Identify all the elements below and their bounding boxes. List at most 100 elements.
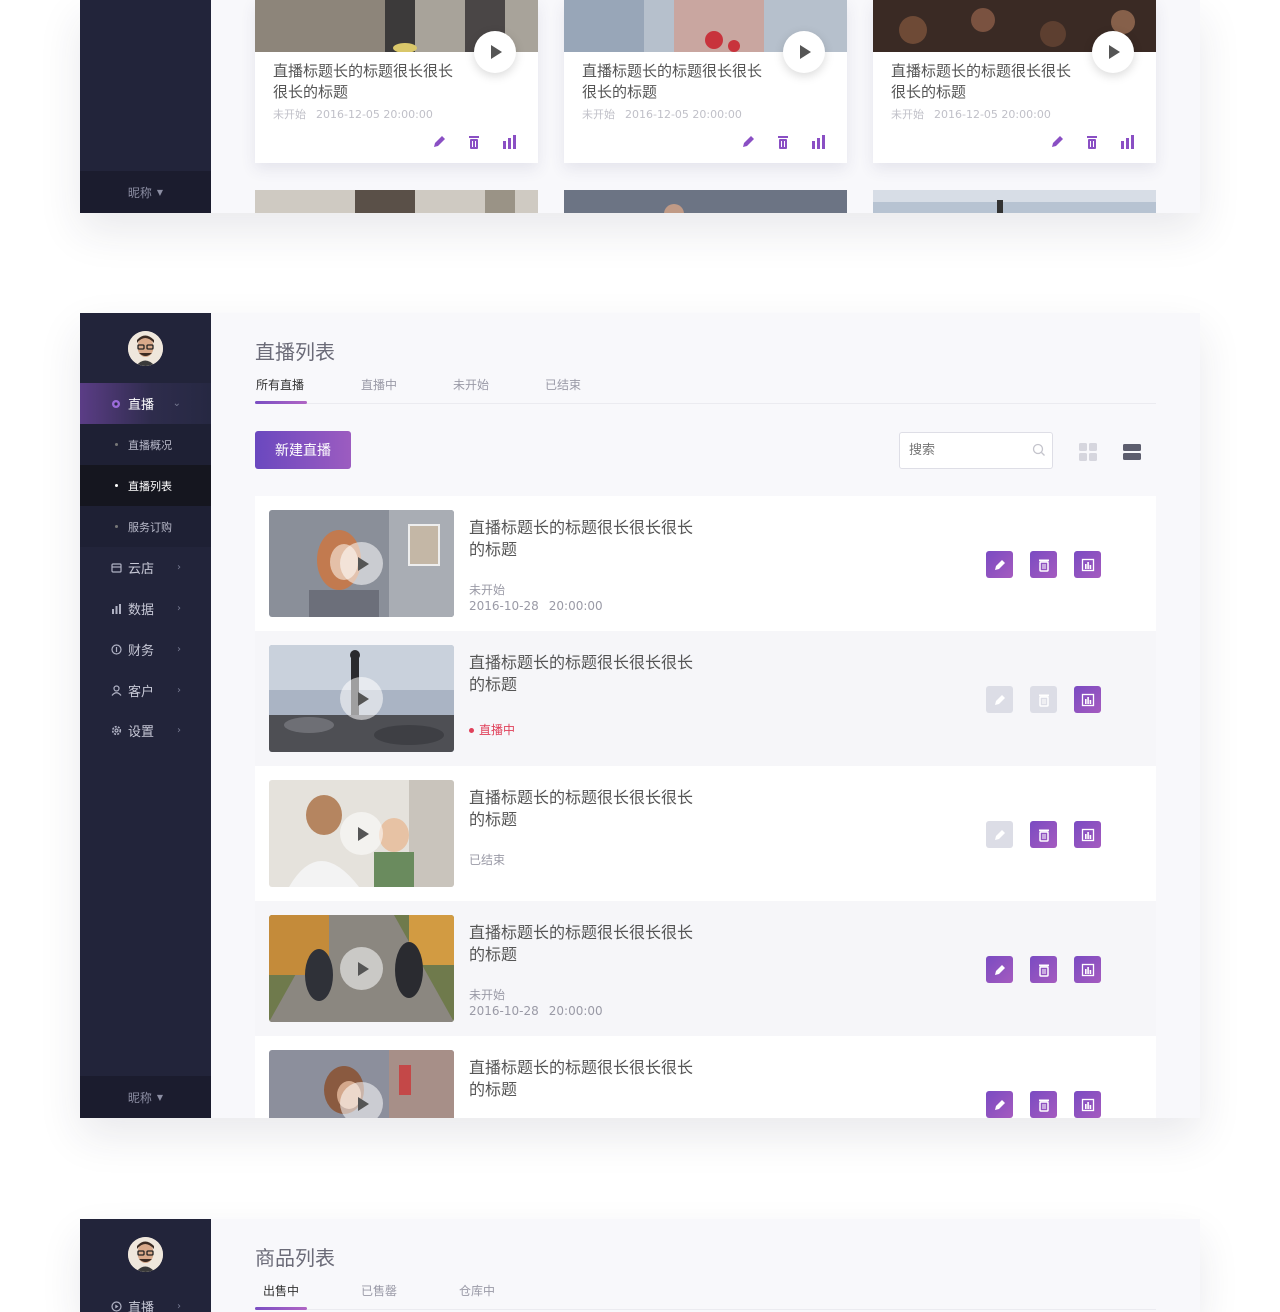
- live-status: 未开始: [582, 108, 615, 121]
- delete-icon[interactable]: [774, 133, 792, 151]
- live-thumbnail[interactable]: [269, 915, 454, 1022]
- avatar[interactable]: [128, 1237, 163, 1272]
- chevron-right-icon: ›: [177, 644, 181, 655]
- sidebar-item-data[interactable]: 数据 ›: [80, 588, 211, 629]
- delete-button[interactable]: [1030, 551, 1057, 578]
- live-date: 2016-10-28: [469, 599, 539, 613]
- list-item[interactable]: 直播标题长的标题很长很长很长的标题 未开始 2016-10-28 20:00:00: [255, 901, 1156, 1036]
- sidebar: 直播 ⌄ 直播概况 直播列表 服务订购 云店 › 数据 › 财务 › 客户 › …: [80, 313, 211, 1118]
- stats-icon: [1081, 1098, 1094, 1111]
- stats-button[interactable]: [1074, 551, 1101, 578]
- play-button[interactable]: [340, 1082, 383, 1118]
- live-card[interactable]: 直播标题长的标题很长很长很长的标题 未开始 2016-12-05 20:00:00: [564, 0, 847, 163]
- play-button[interactable]: [474, 31, 516, 73]
- chevron-right-icon: ›: [177, 1301, 181, 1312]
- finance-icon: [110, 644, 122, 656]
- live-card[interactable]: 直播标题长的标题很长很长很长的标题 未开始 2016-12-05 20:00:00: [255, 0, 538, 163]
- tab-live-now[interactable]: 直播中: [361, 376, 397, 393]
- live-thumbnail[interactable]: [269, 510, 454, 617]
- user-icon: [110, 685, 122, 697]
- live-meta: 未开始 2016-12-05 20:00:00: [273, 106, 433, 122]
- search-input[interactable]: [899, 432, 1053, 469]
- delete-icon[interactable]: [465, 133, 483, 151]
- tab-not-started[interactable]: 未开始: [453, 376, 489, 393]
- nickname-menu[interactable]: 昵称 ▼: [80, 1076, 211, 1118]
- live-status: 已结束: [469, 853, 506, 867]
- sidebar-subitem-label: 直播列表: [128, 479, 172, 493]
- sidebar-item-settings[interactable]: 设置 ›: [80, 710, 211, 751]
- list-item[interactable]: 直播标题长的标题很长很长很长的标题 已结束: [255, 766, 1156, 901]
- live-card-cover: [255, 190, 538, 213]
- sidebar-item-live[interactable]: 直播 ›: [80, 1286, 211, 1312]
- stats-button[interactable]: [1074, 821, 1101, 848]
- live-card[interactable]: 直播标题长的标题很长很长很长的标题 未开始 2016-12-05 20:00:00: [873, 0, 1156, 163]
- delete-button[interactable]: [1030, 956, 1057, 983]
- live-meta: 未开始 2016-12-05 20:00:00: [582, 106, 742, 122]
- edit-button[interactable]: [986, 1091, 1013, 1118]
- play-button[interactable]: [340, 542, 383, 585]
- chart-icon: [110, 603, 122, 615]
- caret-down-icon: ▼: [156, 187, 164, 197]
- live-thumbnail[interactable]: [269, 780, 454, 887]
- play-button[interactable]: [340, 812, 383, 855]
- list-item[interactable]: 直播标题长的标题很长很长很长的标题 未开始 2016-10-28 20:00:00: [255, 496, 1156, 631]
- play-button[interactable]: [340, 677, 383, 720]
- stats-icon: [1081, 828, 1094, 841]
- sidebar-subitem-live-list[interactable]: 直播列表: [80, 465, 211, 506]
- live-list-panel: 直播 ⌄ 直播概况 直播列表 服务订购 云店 › 数据 › 财务 › 客户 › …: [80, 313, 1200, 1118]
- edit-button: [986, 821, 1013, 848]
- sidebar-subitem-overview[interactable]: 直播概况: [80, 424, 211, 465]
- avatar[interactable]: [128, 331, 163, 366]
- stats-icon[interactable]: [809, 133, 827, 151]
- stats-button[interactable]: [1074, 686, 1101, 713]
- live-thumbnail[interactable]: [269, 1050, 454, 1118]
- live-status: 未开始: [469, 988, 506, 1002]
- sidebar-subitem-subscription[interactable]: 服务订购: [80, 506, 211, 547]
- tab-ended[interactable]: 已结束: [545, 376, 581, 393]
- edit-icon: [994, 964, 1005, 975]
- new-live-button[interactable]: 新建直播: [255, 431, 351, 469]
- live-thumbnail[interactable]: [269, 645, 454, 752]
- edit-button[interactable]: [986, 956, 1013, 983]
- tab-all-live[interactable]: 所有直播: [256, 376, 304, 393]
- edit-button[interactable]: [986, 551, 1013, 578]
- delete-button[interactable]: [1030, 821, 1057, 848]
- sidebar-item-store[interactable]: 云店 ›: [80, 547, 211, 588]
- live-datetime: 2016-12-05 20:00:00: [625, 108, 742, 121]
- stats-button[interactable]: [1074, 1091, 1101, 1118]
- play-button[interactable]: [340, 947, 383, 990]
- live-status: 直播中: [469, 721, 515, 738]
- main-content: 直播列表 所有直播 直播中 未开始 已结束 新建直播 搜索 直播标题长的标题很长…: [211, 313, 1200, 1118]
- live-title: 直播标题长的标题很长很长很长的标题: [273, 62, 454, 101]
- stats-button[interactable]: [1074, 956, 1101, 983]
- edit-icon[interactable]: [430, 133, 448, 151]
- tab-on-sale[interactable]: 出售中: [263, 1282, 299, 1299]
- stats-icon[interactable]: [500, 133, 518, 151]
- tab-sold-out[interactable]: 已售罄: [361, 1282, 397, 1299]
- play-button[interactable]: [783, 31, 825, 73]
- list-view-icon[interactable]: [1122, 442, 1142, 462]
- play-button[interactable]: [1092, 31, 1134, 73]
- active-tab-indicator: [255, 401, 307, 404]
- grid-view-panel: 昵称 ▼ 直播标题长的标题很长很长很长的标题 未开始 2016-12-05 20:…: [80, 0, 1200, 213]
- list-item[interactable]: 直播标题长的标题很长很长很长的标题: [255, 1036, 1156, 1118]
- sidebar-item-finance[interactable]: 财务 ›: [80, 629, 211, 670]
- stats-icon[interactable]: [1118, 133, 1136, 151]
- grid-view-icon[interactable]: [1078, 442, 1098, 462]
- sidebar-item-label: 设置: [128, 725, 155, 740]
- edit-icon[interactable]: [1048, 133, 1066, 151]
- sidebar-item-customer[interactable]: 客户 ›: [80, 670, 211, 711]
- bullet-icon: [115, 443, 118, 446]
- delete-button[interactable]: [1030, 1091, 1057, 1118]
- nickname-menu[interactable]: 昵称 ▼: [80, 171, 211, 213]
- list-item[interactable]: 直播标题长的标题很长很长很长的标题 直播中: [255, 631, 1156, 766]
- nickname-label: 昵称: [127, 1090, 152, 1105]
- delete-icon[interactable]: [1083, 133, 1101, 151]
- play-icon: [357, 1096, 369, 1111]
- play-icon: [800, 45, 811, 59]
- sidebar-item-live[interactable]: 直播 ⌄: [80, 383, 211, 424]
- search-icon[interactable]: [1032, 443, 1046, 457]
- live-date: 2016-10-28: [469, 1004, 539, 1018]
- tab-warehouse[interactable]: 仓库中: [459, 1282, 495, 1299]
- edit-icon[interactable]: [739, 133, 757, 151]
